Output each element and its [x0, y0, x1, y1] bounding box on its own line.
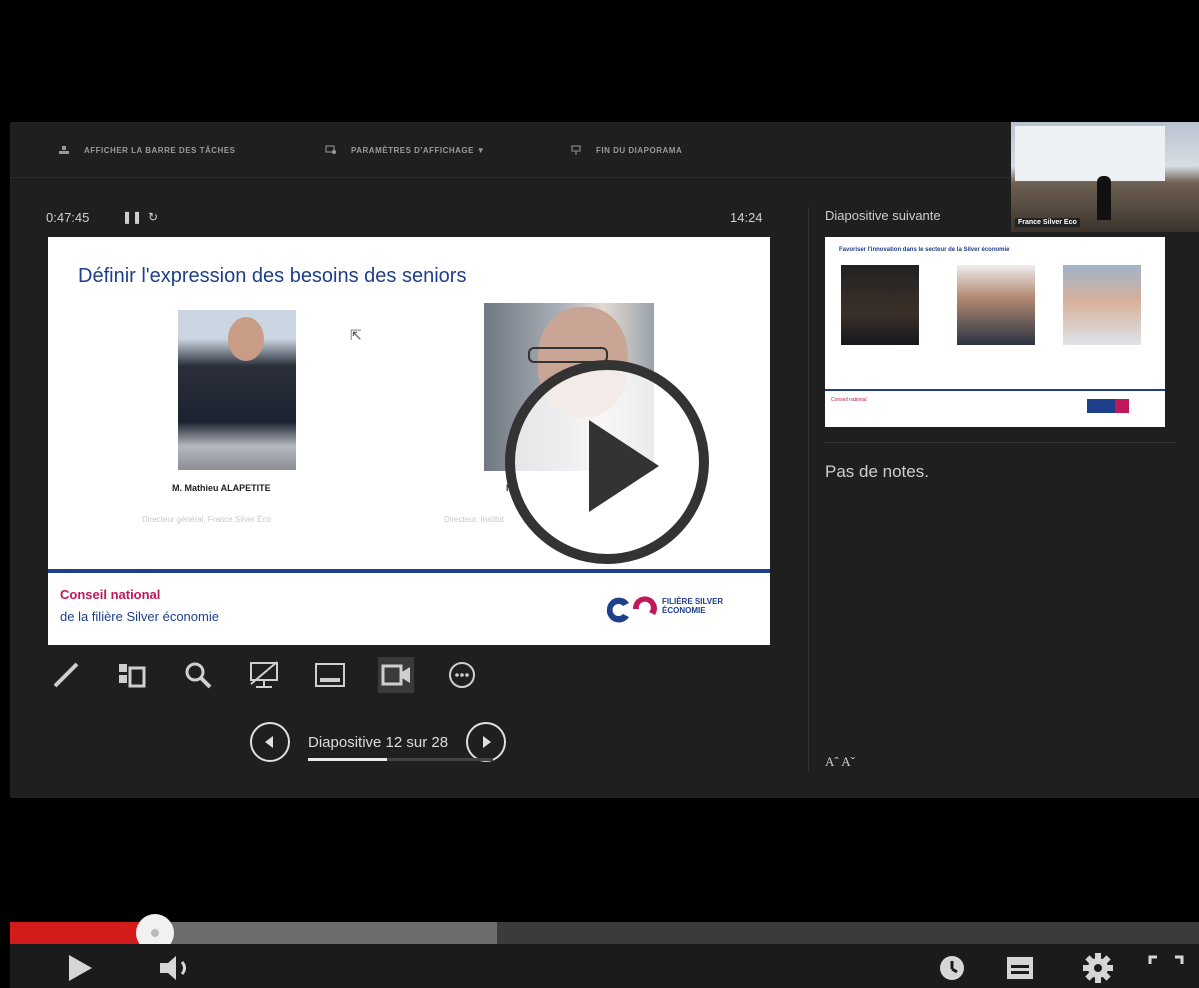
next-slide-rule — [825, 389, 1165, 391]
reset-timer-icon[interactable]: ↻ — [148, 210, 158, 224]
next-arrow-icon — [483, 736, 492, 748]
slide-footer-line2: de la filière Silver économie — [60, 609, 219, 624]
play-overlay-button[interactable] — [505, 360, 709, 564]
next-slide-logo — [1087, 399, 1157, 413]
clock-icon[interactable] — [932, 950, 972, 986]
speaker-2-role: Directeur, Institut — [444, 515, 505, 524]
camera-projection-screen — [1015, 126, 1165, 181]
display-settings-icon — [325, 145, 336, 154]
pause-timer-icon[interactable]: ❚❚ — [122, 210, 142, 224]
presenter-tools — [48, 657, 480, 693]
logo-line-2: ÉCONOMIE — [662, 606, 706, 615]
speaker-1-role: Directeur général, France Silver Éco — [142, 515, 271, 524]
video-frame[interactable]: AFFICHER LA BARRE DES TÂCHES PARAMÈTRES … — [10, 0, 1199, 988]
toolbar-display-settings-button[interactable]: PARAMÈTRES D'AFFICHAGE ▼ — [325, 142, 485, 158]
slide-progress-track — [308, 757, 493, 761]
toolbar-taskbar-label: AFFICHER LA BARRE DES TÂCHES — [84, 145, 236, 155]
presenter-toolbar: AFFICHER LA BARRE DES TÂCHES PARAMÈTRES … — [10, 122, 1010, 178]
next-slide-photo-3 — [1063, 265, 1141, 345]
slide-title: Définir l'expression des besoins des sen… — [78, 265, 467, 287]
settings-icon[interactable] — [1078, 950, 1118, 986]
player-controls — [10, 944, 1199, 988]
speaker-1-name: M. Mathieu ALAPETITE — [172, 483, 271, 493]
camera-inset: France Silver Eco — [1011, 122, 1199, 232]
slide-counter-label: Diapositive 12 sur 28 — [308, 733, 449, 751]
fullscreen-icon[interactable] — [1146, 950, 1186, 986]
notes-divider — [825, 442, 1175, 443]
font-size-controls[interactable]: Aˆ Aˇ — [825, 754, 855, 770]
more-options-icon[interactable] — [444, 657, 480, 693]
mouse-cursor-icon: ⇱ — [350, 327, 362, 343]
video-progress-bar[interactable] — [10, 914, 1199, 952]
next-slide-photo-1 — [841, 265, 919, 345]
next-slide-preview[interactable]: Favoriser l'innovation dans le secteur d… — [825, 237, 1165, 427]
play-icon[interactable] — [60, 950, 100, 986]
toolbar-taskbar-button[interactable]: AFFICHER LA BARRE DES TÂCHES — [58, 142, 235, 158]
progress-played — [10, 922, 156, 944]
slide-progress-fill — [308, 757, 388, 761]
see-all-slides-icon[interactable] — [114, 657, 150, 693]
next-slide-title: Favoriser l'innovation dans le secteur d… — [839, 247, 1010, 253]
toolbar-end-show-label: FIN DU DIAPORAMA — [596, 145, 683, 155]
next-slide-footer: Conseil national — [831, 397, 867, 403]
next-slide-heading: Diapositive suivante — [825, 208, 941, 223]
elapsed-timer: 0:47:45 — [46, 210, 90, 225]
zoom-icon[interactable] — [180, 657, 216, 693]
camera-speaker — [1097, 176, 1111, 220]
slide-navigation: Diapositive 12 sur 28 — [250, 722, 507, 762]
toolbar-display-settings-label: PARAMÈTRES D'AFFICHAGE ▼ — [351, 145, 486, 155]
slide-footer-rule — [48, 569, 770, 573]
filiere-logo-text: FILIÈRE SILVER ÉCONOMIE — [662, 597, 723, 615]
pen-tool-icon[interactable] — [48, 657, 84, 693]
taskbar-icon — [59, 146, 69, 154]
logo-line-1: FILIÈRE SILVER — [662, 597, 724, 606]
play-overlay-icon — [589, 420, 659, 512]
camera-toggle-icon[interactable] — [378, 657, 414, 693]
toolbar-end-show-button[interactable]: FIN DU DIAPORAMA — [570, 142, 682, 158]
panel-divider[interactable] — [808, 207, 809, 772]
current-time: 14:24 — [730, 210, 763, 225]
subtitles-icon[interactable] — [1000, 950, 1040, 986]
next-slide-photo-2 — [957, 265, 1035, 345]
speaker-notes: Pas de notes. — [825, 462, 929, 481]
volume-icon[interactable] — [156, 950, 196, 986]
black-screen-icon[interactable] — [246, 657, 282, 693]
end-show-icon — [571, 145, 581, 155]
subtitles-toggle-icon[interactable] — [312, 657, 348, 693]
next-slide-button[interactable] — [466, 722, 507, 762]
speaker-1-head — [228, 317, 264, 361]
filiere-logo-icon — [606, 596, 657, 623]
slide-footer-line1: Conseil national — [60, 587, 161, 602]
camera-name-tag: France Silver Eco — [1015, 218, 1080, 227]
slide-counter: Diapositive 12 sur 28 — [308, 733, 493, 761]
previous-arrow-icon — [265, 736, 273, 748]
previous-slide-button[interactable] — [250, 722, 290, 762]
